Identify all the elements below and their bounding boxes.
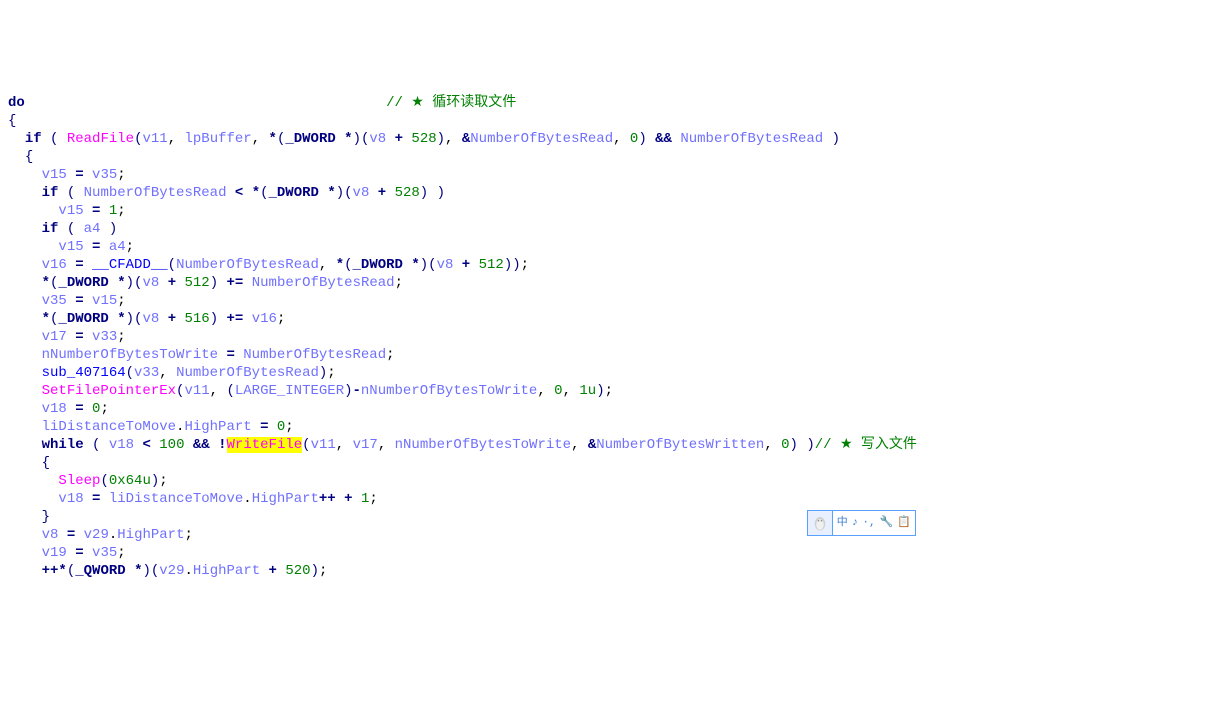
code-line: v17 = v33; <box>8 329 126 345</box>
code-line: SetFilePointerEx(v11, (LARGE_INTEGER)-nN… <box>8 383 613 399</box>
code-line: if ( NumberOfBytesRead < *(_DWORD *)(v8 … <box>8 185 445 201</box>
code-line: if ( a4 ) <box>8 221 117 237</box>
ime-toolbar[interactable]: 中 ♪ ·, 🔧 📋 <box>807 510 916 536</box>
func-setfilepointerex[interactable]: SetFilePointerEx <box>42 383 176 399</box>
penguin-icon[interactable] <box>808 511 833 535</box>
code-line: } <box>8 509 50 525</box>
code-line: while ( v18 < 100 && !WriteFile(v11, v17… <box>8 437 917 453</box>
keyword-do: do <box>8 95 25 111</box>
ime-lang-button[interactable]: 中 <box>837 514 848 532</box>
ime-settings-icon[interactable]: 🔧 <box>880 514 894 532</box>
code-line: v15 = 1; <box>8 203 126 219</box>
code-line: Sleep(0x64u); <box>8 473 168 489</box>
func-writefile[interactable]: WriteFile <box>227 437 303 453</box>
code-line: v19 = v35; <box>8 545 126 561</box>
code-line: do // ★ 循环读取文件 <box>8 95 516 111</box>
ime-toolbar-items: 中 ♪ ·, 🔧 📋 <box>833 514 915 532</box>
comment: // ★ 写入文件 <box>815 437 917 453</box>
func-readfile[interactable]: ReadFile <box>67 131 134 147</box>
code-line: ++*(_QWORD *)(v29.HighPart + 520); <box>8 563 327 579</box>
code-line: liDistanceToMove.HighPart = 0; <box>8 419 294 435</box>
code-line: v8 = v29.HighPart; <box>8 527 193 543</box>
code-line: nNumberOfBytesToWrite = NumberOfBytesRea… <box>8 347 395 363</box>
code-line: if ( ReadFile(v11, lpBuffer, *(_DWORD *)… <box>8 131 840 147</box>
func-sub[interactable]: sub_407164 <box>42 365 126 381</box>
code-line: v16 = __CFADD__(NumberOfBytesRead, *(_DW… <box>8 257 529 273</box>
ime-clipboard-icon[interactable]: 📋 <box>897 514 911 532</box>
ime-moon-icon[interactable]: ♪ <box>852 514 859 532</box>
code-line: { <box>8 455 50 471</box>
penguin-icon-svg <box>811 514 829 532</box>
code-line: *(_DWORD *)(v8 + 512) += NumberOfBytesRe… <box>8 275 403 291</box>
ime-punct-button[interactable]: ·, <box>862 514 875 532</box>
code-line: { <box>8 113 16 129</box>
code-line: *(_DWORD *)(v8 + 516) += v16; <box>8 311 285 327</box>
func-sleep[interactable]: Sleep <box>58 473 100 489</box>
code-line: { <box>8 149 33 165</box>
code-viewer: do // ★ 循环读取文件 { if ( ReadFile(v11, lpBu… <box>0 72 1206 584</box>
code-line: v18 = 0; <box>8 401 109 417</box>
func-cfadd[interactable]: __CFADD__ <box>92 257 168 273</box>
code-line: v15 = a4; <box>8 239 134 255</box>
code-line: v35 = v15; <box>8 293 126 309</box>
code-line: sub_407164(v33, NumberOfBytesRead); <box>8 365 336 381</box>
code-line: v15 = v35; <box>8 167 126 183</box>
comment: // ★ 循环读取文件 <box>386 95 516 111</box>
code-line: v18 = liDistanceToMove.HighPart++ + 1; <box>8 491 378 507</box>
